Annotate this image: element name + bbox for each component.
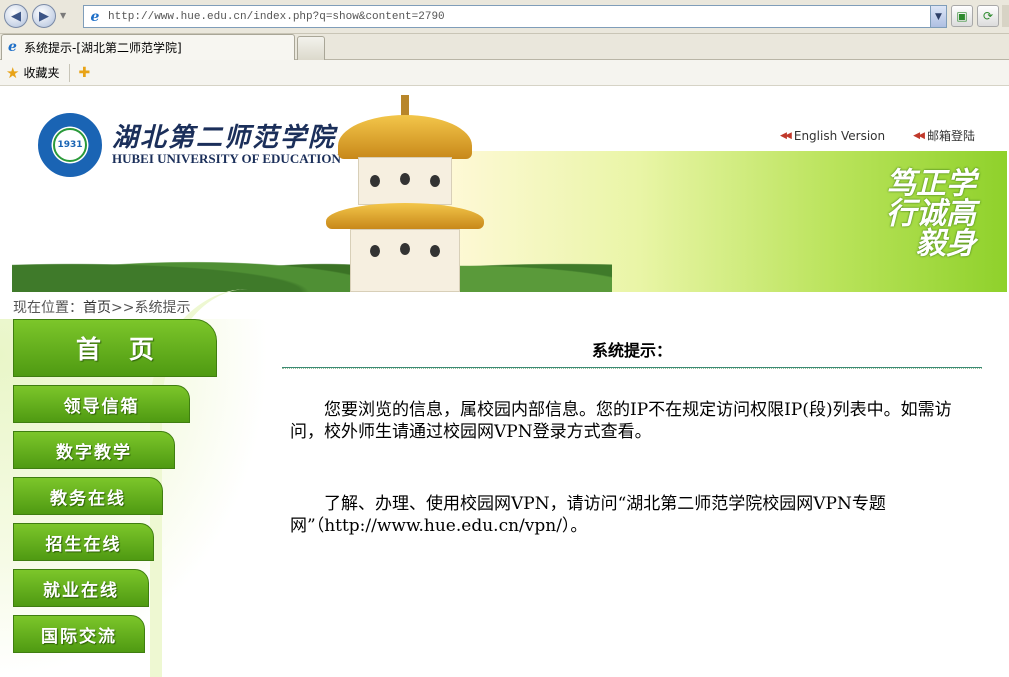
ie-page-icon: e <box>87 8 103 25</box>
logo-chinese-name: 湖北第二师范学院 <box>112 123 337 153</box>
favorites-star-icon[interactable]: ★ <box>6 64 19 82</box>
email-login-link[interactable]: ◀◀ 邮箱登陆 <box>913 127 975 144</box>
address-bar[interactable]: e http://www.hue.edu.cn/index.php?q=show… <box>83 5 947 28</box>
banner-trees <box>12 227 612 292</box>
back-button[interactable]: ◀ <box>4 4 28 28</box>
breadcrumb-separator: >> <box>111 300 135 316</box>
logo-english-name: HUBEI UNIVERSITY OF EDUCATION <box>112 151 341 166</box>
sidebar-item-academic-affairs[interactable]: 教务在线 <box>13 477 163 515</box>
add-favorite-icon[interactable]: ✚ <box>78 65 90 81</box>
refresh-button[interactable]: ⟳ <box>977 5 999 27</box>
title-divider <box>282 367 982 369</box>
breadcrumb-current: 系统提示 <box>134 300 191 316</box>
arrow-left-icon: ◀ <box>11 8 21 24</box>
pagoda-image <box>320 95 490 292</box>
favbar-divider <box>69 63 71 82</box>
motto-calligraphy: 学高身正诚毅笃行 <box>880 167 975 257</box>
page-title: 系统提示： <box>591 341 672 360</box>
breadcrumb: 现在位置：首页>>系统提示 <box>13 297 190 317</box>
favorites-button[interactable]: 收藏夹 <box>23 64 59 81</box>
seal-year: 1931 <box>53 128 87 162</box>
web-page: 1931 湖北第二师范学院 HUBEI UNIVERSITY OF EDUCAT… <box>0 87 1009 677</box>
double-arrow-icon: ◀◀ <box>913 130 925 141</box>
arrow-right-icon: ▶ <box>39 8 49 24</box>
sidebar-item-employment[interactable]: 就业在线 <box>13 569 149 607</box>
compatibility-view-button[interactable]: ▣ <box>951 5 973 27</box>
sidebar-item-home[interactable]: 首页 <box>13 319 217 377</box>
compat-icon: ▣ <box>956 9 968 23</box>
ie-tab-icon: e <box>8 39 17 55</box>
forward-button[interactable]: ▶ <box>32 4 56 28</box>
refresh-icon: ⟳ <box>982 9 994 23</box>
english-version-link[interactable]: ◀◀ English Version <box>780 127 885 144</box>
university-seal-logo[interactable]: 1931 <box>38 113 102 177</box>
sidebar-item-digital-teaching[interactable]: 数字教学 <box>13 431 175 469</box>
browser-toolbar: ◀ ▶ ▼ e http://www.hue.edu.cn/index.php?… <box>0 0 1009 34</box>
address-dropdown-icon[interactable]: ▼ <box>930 6 946 27</box>
sidebar-item-admissions[interactable]: 招生在线 <box>13 523 154 561</box>
stop-button[interactable] <box>1002 5 1009 27</box>
tab-strip: e 系统提示-[湖北第二师范学院] <box>0 34 1009 60</box>
sidebar-item-leader-mailbox[interactable]: 领导信箱 <box>13 385 190 423</box>
notice-paragraph-1: 您要浏览的信息，属校园内部信息。您的IP不在规定访问权限IP(段)列表中。如需访… <box>290 400 952 442</box>
notice-paragraph-2: 了解、办理、使用校园网VPN，请访问“湖北第二师范学院校园网VPN专题网”（ht… <box>290 494 886 536</box>
double-arrow-icon: ◀◀ <box>780 130 792 141</box>
header-links: ◀◀ English Version ◀◀ 邮箱登陆 <box>780 127 975 144</box>
history-dropdown-icon[interactable]: ▼ <box>60 11 70 21</box>
site-banner: 1931 湖北第二师范学院 HUBEI UNIVERSITY OF EDUCAT… <box>12 87 1007 292</box>
favorites-bar: ★ 收藏夹 ✚ <box>0 60 1009 86</box>
address-url[interactable]: http://www.hue.edu.cn/index.php?q=show&c… <box>108 11 930 23</box>
sidebar-item-international[interactable]: 国际交流 <box>13 615 145 653</box>
sidebar-menu: 首页 领导信箱 数字教学 教务在线 招生在线 就业在线 国际交流 <box>0 289 270 677</box>
breadcrumb-prefix: 现在位置： <box>13 300 83 316</box>
breadcrumb-home-link[interactable]: 首页 <box>83 300 111 316</box>
tab-title: 系统提示-[湖北第二师范学院] <box>24 41 182 55</box>
new-tab-button[interactable] <box>297 36 325 60</box>
tab-active[interactable]: e 系统提示-[湖北第二师范学院] <box>1 34 295 60</box>
main-content: 系统提示： 您要浏览的信息，属校园内部信息。您的IP不在规定访问权限IP(段)列… <box>282 337 982 537</box>
